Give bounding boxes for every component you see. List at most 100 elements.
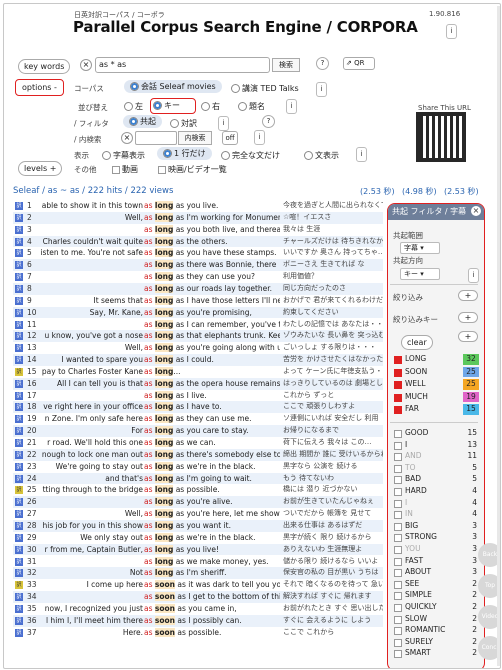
- word-checkbox[interactable]: [394, 534, 402, 543]
- subtitle-tag-icon[interactable]: 訳: [15, 296, 23, 305]
- cooccur-word-row[interactable]: ROMANTIC 2: [391, 625, 479, 636]
- inner-clear-icon[interactable]: ×: [121, 132, 133, 144]
- result-row[interactable]: 訳 6 as long as there was Bonnie, there ボニーさ…: [13, 259, 383, 272]
- search-button[interactable]: 検索: [272, 58, 300, 72]
- word-checkbox[interactable]: [394, 464, 402, 473]
- corpus-info-icon[interactable]: i: [316, 82, 327, 97]
- word-checkbox[interactable]: [394, 569, 402, 578]
- subtitle-tag-icon[interactable]: 訳: [15, 474, 23, 483]
- highlight-word-row[interactable]: MUCH 19: [391, 391, 479, 402]
- word-checkbox[interactable]: [394, 604, 402, 612]
- subtitle-tag-icon[interactable]: 訳: [15, 237, 23, 246]
- subtitle-tag-icon[interactable]: 訳: [15, 261, 23, 270]
- filter-parallel-option[interactable]: 対訳: [170, 118, 197, 129]
- filter-parallel-radio[interactable]: [170, 119, 179, 128]
- clear-add-button[interactable]: +: [458, 331, 478, 342]
- subtitle-tag-icon[interactable]: 訳: [15, 557, 23, 566]
- help-icon[interactable]: ?: [316, 57, 329, 70]
- subtitle-tag-icon[interactable]: 訳: [15, 439, 23, 447]
- subtitle-tag-icon[interactable]: 訳: [15, 344, 23, 353]
- subtitle-tag-icon[interactable]: 訳: [15, 628, 23, 637]
- highlight-checkbox[interactable]: [394, 356, 402, 364]
- word-checkbox[interactable]: [394, 476, 402, 485]
- subtitle-tag-icon[interactable]: 訳: [15, 545, 23, 554]
- result-row[interactable]: 訳 33 I come up here as soon as it was dark …: [13, 579, 383, 591]
- inner-search-button[interactable]: 内検索: [178, 131, 212, 145]
- result-row[interactable]: 訳 36 l him I, I'll meet him there as soon a…: [13, 614, 383, 627]
- cooccur-word-row[interactable]: SMART 2: [391, 648, 479, 659]
- display-subtitles-option[interactable]: 字幕表示: [102, 150, 145, 161]
- word-checkbox[interactable]: [394, 592, 402, 601]
- subtitle-tag-icon[interactable]: 訳: [15, 415, 23, 424]
- qr-button[interactable]: ⇗ QR: [343, 57, 375, 70]
- result-row[interactable]: 訳 15 pay to Charles Foster Kane as long... よ…: [13, 366, 383, 378]
- sort-left-option[interactable]: 左: [124, 101, 143, 112]
- highlight-checkbox[interactable]: [394, 393, 402, 402]
- result-row[interactable]: 訳 30 r from me, Captain Butler, as long as …: [13, 543, 383, 556]
- subtitle-tag-icon[interactable]: 訳: [15, 391, 23, 400]
- highlight-word-row[interactable]: SOON 25: [391, 366, 479, 377]
- cooccur-word-row[interactable]: HARD 4: [391, 486, 479, 497]
- sort-key-option[interactable]: キー: [150, 98, 196, 114]
- corpus-ted-option[interactable]: 講演 TED Talks: [231, 83, 299, 94]
- cooccur-word-row[interactable]: TO 5: [391, 463, 479, 474]
- result-row[interactable]: 訳 17 as long as I live. これから ずっと: [13, 390, 383, 402]
- cooccur-word-row[interactable]: SEE 2: [391, 579, 479, 590]
- cooccur-word-row[interactable]: FAST 3: [391, 556, 479, 567]
- result-row[interactable]: 訳 35 now, I recognized you just as soon as …: [13, 603, 383, 615]
- word-checkbox[interactable]: [394, 638, 402, 647]
- result-row[interactable]: 訳 29 We only stay out as long as we're in t…: [13, 532, 383, 544]
- filter-cooccur-radio[interactable]: [129, 117, 138, 126]
- other-movielist-checkbox[interactable]: [158, 165, 166, 174]
- result-row[interactable]: 訳 7 as long as they can use you? 利用価値？: [13, 271, 383, 283]
- subtitle-tag-icon[interactable]: 訳: [15, 356, 23, 365]
- result-row[interactable]: 訳 26 as long as you're alive. お前が生きていたんじゃねぇ: [13, 496, 383, 509]
- subtitle-tag-icon[interactable]: 訳: [15, 462, 23, 471]
- result-row[interactable]: 訳 18 ve right here in your office as long a…: [13, 401, 383, 414]
- sort-left-radio[interactable]: [124, 102, 133, 111]
- cooccur-word-row[interactable]: ABOUT 3: [391, 567, 479, 578]
- filter-cooccur-option[interactable]: 共起: [123, 115, 162, 128]
- result-row[interactable]: 訳 8 as long as our roads lay together. 同じ方向…: [13, 282, 383, 295]
- subtitle-tag-icon[interactable]: 訳: [15, 403, 23, 412]
- word-checkbox[interactable]: [394, 546, 402, 554]
- cooccur-word-row[interactable]: STRONG 3: [391, 532, 479, 543]
- sort-right-option[interactable]: 右: [201, 101, 220, 112]
- other-video-option[interactable]: 動画: [112, 164, 138, 175]
- display-fullsentence-option[interactable]: 完全な文だけ: [221, 150, 280, 161]
- inner-search-input[interactable]: [135, 131, 177, 145]
- display-sentence-radio[interactable]: [304, 151, 313, 160]
- range-select[interactable]: 字幕 ▾: [400, 242, 440, 254]
- direction-select[interactable]: キー ▾: [400, 268, 440, 280]
- cooccur-word-row[interactable]: SLOW 2: [391, 614, 479, 625]
- subtitle-tag-icon[interactable]: 訳: [15, 510, 23, 519]
- other-movielist-option[interactable]: 映画/ビデオ一覧: [158, 164, 227, 175]
- clear-button[interactable]: clear: [401, 335, 433, 350]
- subtitle-tag-icon[interactable]: 訳: [15, 249, 23, 258]
- result-row[interactable]: 訳 19 n Zone. I'm only safe here as long as …: [13, 413, 383, 425]
- keywords-button[interactable]: key words: [18, 59, 71, 74]
- sort-info-icon[interactable]: i: [286, 99, 297, 114]
- word-checkbox[interactable]: [394, 615, 402, 624]
- subtitle-tag-icon[interactable]: 訳: [15, 427, 23, 436]
- display-sentence-option[interactable]: 文表示: [304, 150, 339, 161]
- word-checkbox[interactable]: [394, 499, 402, 508]
- word-checkbox[interactable]: [394, 511, 402, 520]
- result-row[interactable]: 訳 3 as long as you both live, and thereaf 我…: [13, 224, 383, 236]
- cooccur-word-row[interactable]: SIMPLE 2: [391, 590, 479, 601]
- corpus-seleaf-radio[interactable]: [130, 82, 139, 91]
- display-oneline-radio[interactable]: [163, 149, 172, 158]
- word-checkbox[interactable]: [394, 488, 402, 496]
- corpus-ted-radio[interactable]: [231, 84, 240, 93]
- display-fullsentence-radio[interactable]: [221, 151, 230, 160]
- result-row[interactable]: 訳 28 his job for you in this show as long a…: [13, 519, 383, 532]
- result-row[interactable]: 訳 22 nough to lock one man out as long as t…: [13, 448, 383, 461]
- result-row[interactable]: 訳 27 Well, as long as you're here, let me s…: [13, 508, 383, 520]
- subtitle-tag-icon[interactable]: 訳: [15, 308, 23, 317]
- result-row[interactable]: 訳 16 All I can tell you is that as long as …: [13, 377, 383, 390]
- highlight-word-row[interactable]: LONG 32: [391, 354, 479, 365]
- word-checkbox[interactable]: [394, 580, 402, 589]
- inner-search-off-toggle[interactable]: off: [222, 131, 238, 145]
- subtitle-tag-icon[interactable]: 訳: [15, 213, 23, 222]
- subtitle-tag-icon[interactable]: 訳: [15, 202, 23, 210]
